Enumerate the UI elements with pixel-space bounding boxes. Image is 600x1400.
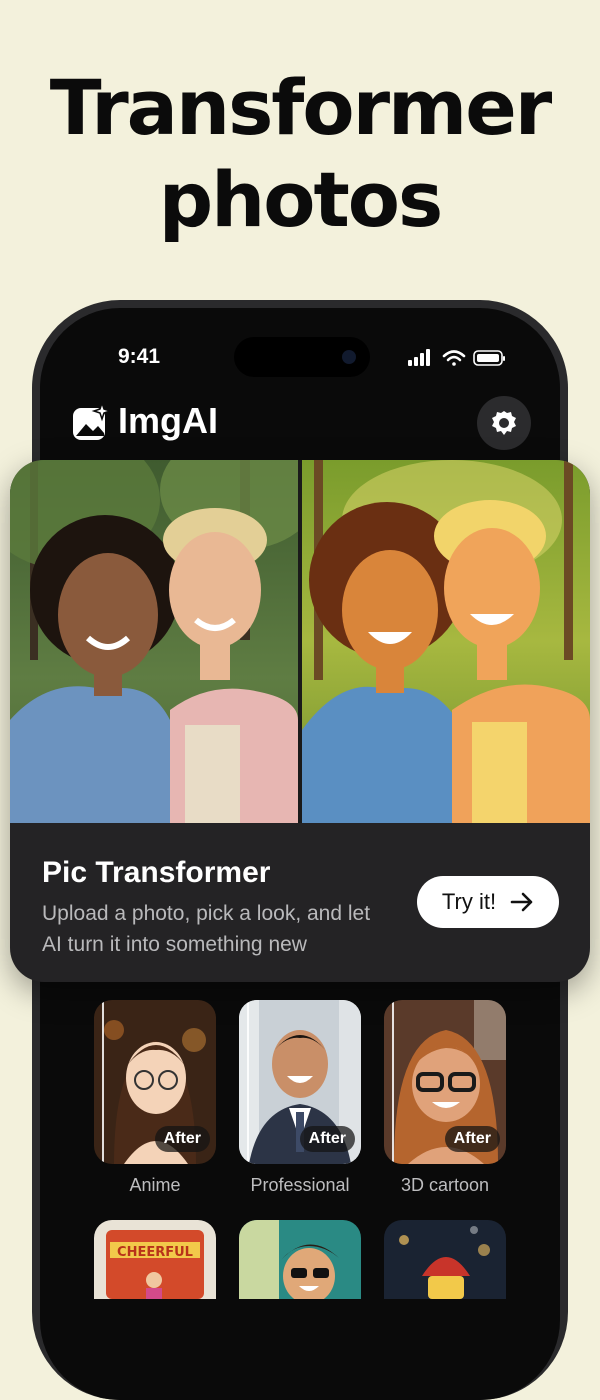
card-title: Pic Transformer xyxy=(42,856,271,889)
pic-transformer-card[interactable]: Pic Transformer Upload a photo, pick a l… xyxy=(10,460,590,982)
camera-icon xyxy=(342,350,356,364)
after-photo xyxy=(302,460,590,823)
wifi-icon xyxy=(442,350,466,366)
style-tile-professional[interactable]: After xyxy=(239,1000,361,1164)
after-badge: After xyxy=(299,1126,355,1152)
dynamic-island xyxy=(234,337,370,377)
style-label-professional: Professional xyxy=(250,1175,350,1195)
style-tile-brick-figure[interactable] xyxy=(384,1220,506,1299)
try-it-label: Try it! xyxy=(441,889,497,914)
toy-box-banner: CHEERFUL xyxy=(117,1245,193,1260)
style-tile-pop-art[interactable] xyxy=(239,1220,361,1299)
after-badge: After xyxy=(154,1126,210,1152)
before-after-photos xyxy=(10,460,590,823)
before-after-split xyxy=(102,1000,104,1164)
before-photo xyxy=(10,460,298,823)
style-tile-3d-cartoon[interactable]: After xyxy=(384,1000,506,1164)
app-name: ImgAI xyxy=(118,400,219,441)
status-icons xyxy=(408,348,508,373)
card-description: Upload a photo, pick a look, and let AI … xyxy=(42,902,371,956)
status-time: 9:41 xyxy=(118,345,161,368)
headline: Transformer photos xyxy=(0,62,600,246)
style-label-anime: Anime xyxy=(129,1175,181,1195)
headline-line-1: Transformer xyxy=(49,63,553,152)
arrow-right-icon xyxy=(510,892,533,912)
before-after-split xyxy=(247,1000,249,1164)
style-tile-anime[interactable]: After xyxy=(94,1000,216,1164)
headline-line-2: photos xyxy=(158,155,444,244)
settings-button[interactable] xyxy=(477,396,531,450)
style-tile-toy-box[interactable]: CHEERFUL xyxy=(94,1220,216,1299)
before-after-split xyxy=(392,1000,394,1164)
style-label-3d-cartoon: 3D cartoon xyxy=(400,1175,490,1195)
image-sparkle-icon xyxy=(72,400,113,441)
battery-icon xyxy=(473,350,505,366)
after-badge: After xyxy=(444,1126,500,1152)
gear-icon xyxy=(492,411,516,435)
signal-icon xyxy=(408,349,430,366)
try-it-button[interactable]: Try it! xyxy=(417,876,559,928)
